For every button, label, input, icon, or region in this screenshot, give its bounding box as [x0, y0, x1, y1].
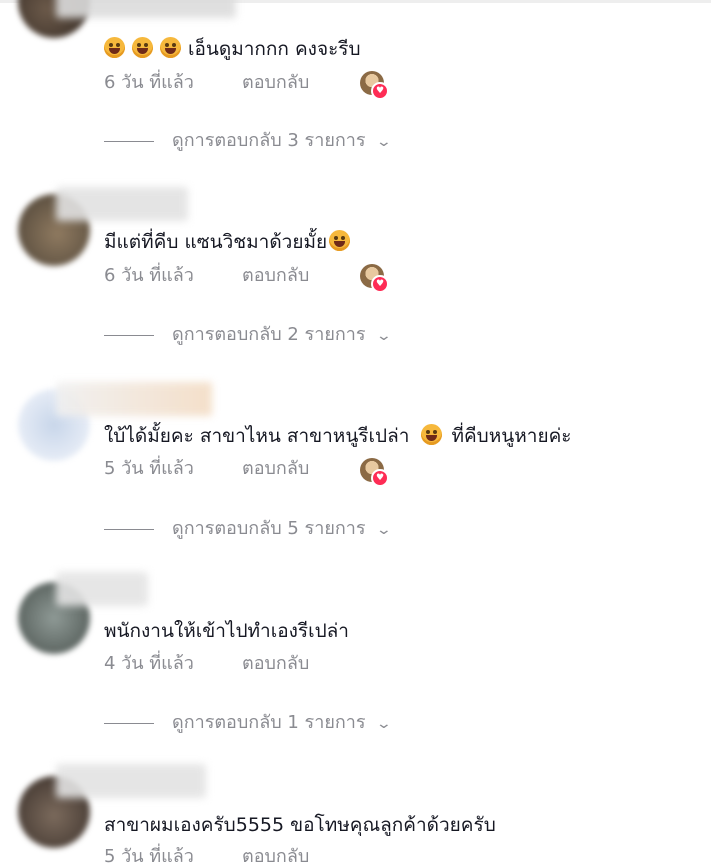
comment-meta: 5 วัน ที่แล้ว ตอบกลับ [104, 458, 309, 480]
comment-body: เอ็นดูมากกก คงจะรีบ [188, 38, 361, 60]
comment-meta: 6 วัน ที่แล้ว ตอบกลับ [104, 265, 309, 287]
comment-body: ใบ้ได้มั้ยคะ สาขาไหน สาขาหนูรีเปล่า [104, 425, 410, 447]
comment-time: 6 วัน ที่แล้ว [104, 72, 194, 93]
username-blurred[interactable] [56, 764, 206, 798]
comment-time: 5 วัน ที่แล้ว [104, 458, 194, 479]
chevron-down-icon: ⌄ [375, 522, 392, 538]
chevron-down-icon: ⌄ [375, 716, 392, 732]
creator-liked-avatar: ♥ [360, 264, 389, 293]
username-blurred[interactable] [56, 187, 188, 221]
view-replies-button[interactable]: ดูการตอบกลับ 2 รายการ ⌄ [104, 323, 392, 347]
reply-button[interactable]: ตอบกลับ [242, 653, 309, 674]
divider-line [104, 334, 154, 336]
comment-body: มีแต่ที่คีบ แซนวิชมาด้วยมั้ย [104, 231, 328, 253]
view-replies-label: ดูการตอบกลับ 2 รายการ [172, 324, 366, 345]
laughing-face-icon [160, 37, 181, 58]
chevron-down-icon: ⌄ [375, 134, 392, 150]
view-replies-label: ดูการตอบกลับ 1 รายการ [172, 712, 366, 733]
username-blurred[interactable] [56, 572, 148, 606]
comment-meta: 4 วัน ที่แล้ว ตอบกลับ [104, 653, 309, 675]
chevron-down-icon: ⌄ [375, 328, 392, 344]
laughing-face-icon [329, 230, 351, 251]
comment-body-continued: ที่คีบหนูหายค่ะ [451, 425, 572, 447]
comment-body: พนักงานให้เข้าไปทำเองรีเปล่า [104, 620, 349, 642]
comment-time: 4 วัน ที่แล้ว [104, 653, 194, 674]
comment-meta: 6 วัน ที่แล้ว ตอบกลับ [104, 72, 309, 94]
heart-icon: ♥ [371, 275, 389, 293]
divider-line [104, 140, 154, 142]
view-replies-label: ดูการตอบกลับ 5 รายการ [172, 518, 366, 539]
divider-line [104, 528, 154, 530]
comment-text: มีแต่ที่คีบ แซนวิชมาด้วยมั้ย [104, 229, 357, 255]
comment-text: เอ็นดูมากกก คงจะรีบ [104, 36, 361, 62]
view-replies-button[interactable]: ดูการตอบกลับ 5 รายการ ⌄ [104, 517, 392, 541]
divider-line [104, 722, 154, 724]
comment-body: สาขาผมเองครับ5555 ขอโทษคุณลูกค้าด้วยครับ [104, 814, 496, 836]
username-blurred[interactable] [56, 382, 212, 416]
creator-liked-avatar: ♥ [360, 458, 389, 487]
laughing-face-icon [104, 37, 125, 58]
heart-icon: ♥ [371, 469, 389, 487]
heart-icon: ♥ [371, 82, 389, 100]
laughing-face-icon [421, 424, 443, 445]
reply-button[interactable]: ตอบกลับ [242, 72, 309, 93]
username-blurred[interactable] [56, 0, 236, 18]
creator-liked-avatar: ♥ [360, 71, 389, 100]
reply-button[interactable]: ตอบกลับ [242, 458, 309, 479]
comment-text: ใบ้ได้มั้ยคะ สาขาไหน สาขาหนูรีเปล่า ที่ค… [104, 423, 572, 449]
reply-button[interactable]: ตอบกลับ [242, 265, 309, 286]
laughing-face-icon [132, 37, 153, 58]
comment-time: 5 วัน ที่แล้ว [104, 846, 194, 867]
view-replies-button[interactable]: ดูการตอบกลับ 3 รายการ ⌄ [104, 129, 392, 153]
comment-meta: 5 วัน ที่แล้ว ตอบกลับ [104, 846, 309, 868]
comment-time: 6 วัน ที่แล้ว [104, 265, 194, 286]
comment-text: สาขาผมเองครับ5555 ขอโทษคุณลูกค้าด้วยครับ [104, 812, 496, 838]
view-replies-button[interactable]: ดูการตอบกลับ 1 รายการ ⌄ [104, 711, 392, 735]
comment-text: พนักงานให้เข้าไปทำเองรีเปล่า [104, 618, 349, 644]
view-replies-label: ดูการตอบกลับ 3 รายการ [172, 130, 366, 151]
